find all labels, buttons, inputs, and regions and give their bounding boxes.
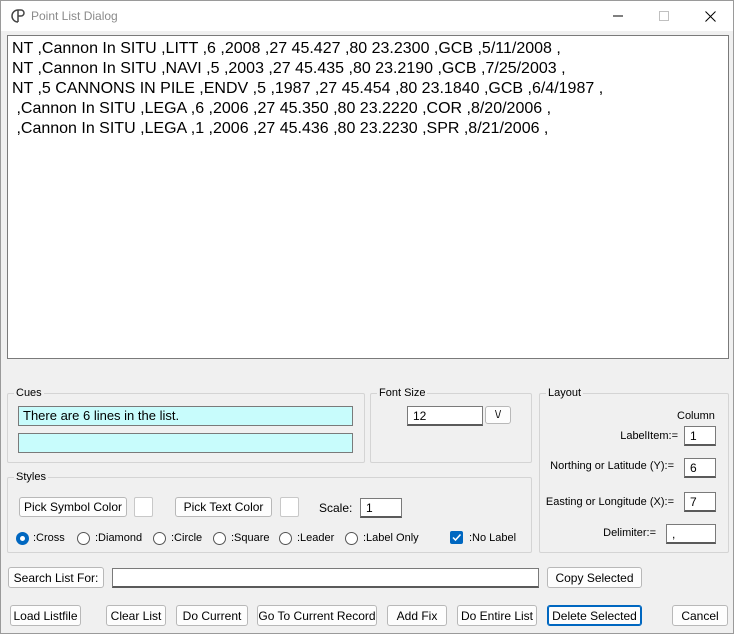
search-input[interactable] (112, 568, 539, 588)
cue-secondary-field (18, 433, 353, 453)
copy-selected-button[interactable]: Copy Selected (547, 567, 642, 588)
label-item-label: LabelItem:= (620, 430, 678, 442)
list-item[interactable]: NT ,Cannon In SITU ,LITT ,6 ,2008 ,27 45… (12, 39, 728, 59)
maximize-button[interactable] (641, 1, 687, 31)
font-size-group: Font Size 12 \/ (370, 387, 532, 463)
maximize-icon (659, 11, 669, 21)
layout-group: Layout Column LabelItem:= 1 Northing or … (539, 387, 729, 553)
chevron-down-icon: \/ (494, 409, 502, 421)
font-size-input[interactable]: 12 (407, 406, 483, 426)
diamond-radio-label[interactable]: :Diamond (95, 532, 142, 544)
app-icon (11, 9, 25, 23)
point-list-dialog: Point List Dialog NT ,Cannon In SITU ,LI… (0, 0, 734, 634)
add-fix-button[interactable]: Add Fix (387, 605, 447, 626)
scale-input[interactable]: 1 (360, 498, 402, 518)
window-title: Point List Dialog (31, 9, 118, 23)
diamond-radio[interactable] (77, 532, 90, 545)
column-header: Column (677, 410, 715, 422)
square-radio[interactable] (213, 532, 226, 545)
list-item[interactable]: NT ,5 CANNONS IN PILE ,ENDV ,5 ,1987 ,27… (12, 79, 728, 99)
delimiter-input[interactable]: , (666, 524, 716, 544)
leader-radio[interactable] (279, 532, 292, 545)
styles-group-label: Styles (14, 471, 48, 483)
circle-radio-label[interactable]: :Circle (171, 532, 202, 544)
label-item-input[interactable]: 1 (684, 426, 716, 446)
styles-group: Styles Pick Symbol Color Pick Text Color… (7, 471, 532, 553)
point-list-box[interactable]: NT ,Cannon In SITU ,LITT ,6 ,2008 ,27 45… (7, 35, 729, 359)
cross-radio[interactable] (16, 532, 29, 545)
cross-radio-label[interactable]: :Cross (33, 532, 65, 544)
easting-label: Easting or Longitude (X):= (545, 496, 674, 508)
leader-radio-label[interactable]: :Leader (297, 532, 334, 544)
pick-text-color-button[interactable]: Pick Text Color (175, 497, 272, 517)
do-entire-list-button[interactable]: Do Entire List (457, 605, 537, 626)
easting-column-input[interactable]: 7 (684, 492, 716, 512)
search-list-button[interactable]: Search List For: (8, 567, 104, 588)
northing-column-input[interactable]: 6 (684, 458, 716, 478)
circle-radio[interactable] (153, 532, 166, 545)
close-button[interactable] (687, 1, 733, 31)
list-item[interactable]: ,Cannon In SITU ,LEGA ,6 ,2006 ,27 45.35… (12, 99, 728, 119)
do-current-button[interactable]: Do Current (176, 605, 248, 626)
scale-label: Scale: (319, 501, 353, 515)
no-label-checkbox[interactable] (450, 531, 463, 544)
cues-group: Cues There are 6 lines in the list. (7, 387, 365, 463)
cue-message-field: There are 6 lines in the list. (18, 406, 353, 426)
layout-group-label: Layout (546, 387, 584, 399)
load-listfile-button[interactable]: Load Listfile (10, 605, 81, 626)
northing-label: Northing or Latitude (Y):= (550, 460, 674, 472)
pick-symbol-color-button[interactable]: Pick Symbol Color (19, 497, 127, 517)
clear-list-button[interactable]: Clear List (106, 605, 166, 626)
square-radio-label[interactable]: :Square (231, 532, 270, 544)
list-item[interactable]: NT ,Cannon In SITU ,NAVI ,5 ,2003 ,27 45… (12, 59, 728, 79)
no-label-checkbox-label[interactable]: :No Label (469, 532, 516, 544)
font-size-group-label: Font Size (377, 387, 428, 399)
label-only-radio[interactable] (345, 532, 358, 545)
go-to-current-record-button[interactable]: Go To Current Record (257, 605, 377, 626)
minimize-icon (613, 15, 623, 17)
title-bar[interactable]: Point List Dialog (1, 1, 733, 31)
symbol-color-swatch[interactable] (134, 497, 153, 517)
delete-selected-button[interactable]: Delete Selected (547, 605, 642, 626)
delimiter-label: Delimiter:= (603, 527, 656, 539)
checkmark-icon (452, 533, 462, 542)
text-color-swatch[interactable] (280, 497, 299, 517)
font-size-dropdown-button[interactable]: \/ (485, 406, 511, 424)
list-item[interactable]: ,Cannon In SITU ,LEGA ,1 ,2006 ,27 45.43… (12, 119, 728, 139)
label-only-radio-label[interactable]: :Label Only (363, 532, 419, 544)
close-icon (704, 10, 716, 22)
cancel-button[interactable]: Cancel (672, 605, 728, 626)
minimize-button[interactable] (595, 1, 641, 31)
cues-group-label: Cues (14, 387, 44, 399)
